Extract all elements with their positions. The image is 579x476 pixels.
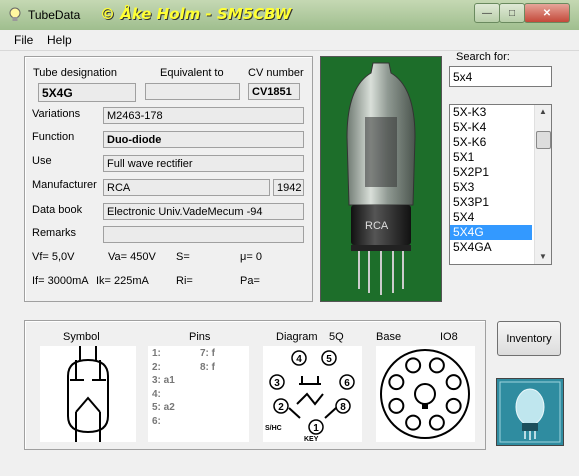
base-pin: [445, 397, 462, 414]
symbol-box: [40, 346, 136, 442]
function-label: Function: [32, 131, 75, 143]
ri-value: Ri=: [176, 275, 193, 287]
diagram-pin-number: 1: [313, 423, 319, 434]
pin-diagram-box: 1 2 3 4 5 6 8 S/HC KEY: [263, 346, 362, 443]
function-field[interactable]: Duo-diode: [103, 131, 304, 148]
diagram-pin-number: 4: [296, 354, 302, 365]
variations-field[interactable]: M2463-178: [103, 107, 304, 124]
pin-entry: 5: a2: [152, 402, 175, 413]
pa-value: Pa=: [240, 275, 260, 287]
base-pin: [388, 374, 405, 391]
mu-value: μ= 0: [240, 251, 262, 263]
symbol-label: Symbol: [63, 331, 100, 343]
pin-entry: 8: f: [200, 361, 215, 373]
equivalent-to-field[interactable]: [145, 83, 240, 100]
diagram-pin-number: 3: [274, 378, 280, 389]
menu-help[interactable]: Help: [47, 33, 72, 47]
results-scrollbar[interactable]: ▲ ▼: [534, 105, 551, 264]
scroll-down-icon[interactable]: ▼: [535, 250, 551, 264]
tube-logo-icon: [499, 381, 561, 443]
pin-entry: 1:: [152, 348, 161, 359]
menu-bar: File Help: [0, 30, 579, 51]
pins-box: 1: 2: 3: a1 4: 5: a2 6: 7: f 8: f: [148, 346, 249, 442]
inventory-button[interactable]: Inventory: [497, 321, 561, 356]
remarks-label: Remarks: [32, 227, 77, 239]
base-pin: [405, 357, 422, 374]
list-item[interactable]: 5X3: [450, 180, 532, 195]
search-label: Search for:: [456, 51, 510, 63]
tube-logo: [496, 378, 564, 446]
data-book-label: Data book: [32, 204, 83, 216]
octal-base-diagram: [380, 349, 470, 439]
s-value: S=: [176, 251, 190, 263]
duo-diode-symbol: [67, 346, 109, 442]
pin-entry: 6:: [152, 415, 161, 427]
scroll-thumb[interactable]: [536, 131, 551, 149]
ik-value: Ik= 225mA: [96, 275, 149, 287]
cv-number-field[interactable]: CV1851: [248, 83, 300, 100]
author-banner: © Åke Holm - SM5CBW: [100, 5, 292, 23]
menu-file[interactable]: File: [14, 33, 33, 47]
diagram-pin-number: 5: [326, 354, 332, 365]
list-item[interactable]: 5X4G: [450, 225, 532, 240]
pin-diagram: 1 2 3 4 5 6 8 S/HC KEY: [265, 350, 355, 443]
equivalent-to-label: Equivalent to: [160, 67, 224, 79]
list-item[interactable]: 5X4: [450, 210, 532, 225]
base-pin: [428, 414, 445, 431]
pin-entry: 4:: [152, 388, 161, 400]
manufacturer-field[interactable]: RCA: [103, 179, 270, 196]
manufacturer-label: Manufacturer: [32, 179, 97, 191]
diagram-sub-label: S/HC: [265, 425, 282, 432]
search-input[interactable]: 5x4: [449, 66, 552, 87]
year-field[interactable]: 1942: [273, 179, 304, 196]
minimize-button[interactable]: —: [474, 3, 500, 23]
diagram-pin-number: 8: [340, 402, 346, 413]
base-pin: [388, 397, 405, 414]
list-item[interactable]: 5X3P1: [450, 195, 532, 210]
title-bar: TubeData © Åke Holm - SM5CBW — □ ✕: [0, 0, 579, 31]
tube-designation-field[interactable]: 5X4G: [38, 83, 136, 102]
cv-number-label: CV number: [248, 67, 304, 79]
results-list[interactable]: 5X-K3 5X-K4 5X-K6 5X1 5X2P1 5X3 5X3P1 5X4 5X4G 5X…: [449, 104, 552, 265]
maximize-button[interactable]: □: [499, 3, 525, 23]
scroll-up-icon[interactable]: ▲: [535, 105, 551, 119]
list-item[interactable]: 5X2P1: [450, 165, 532, 180]
base-key-notch: [422, 403, 428, 409]
pins-label: Pins: [189, 331, 211, 343]
list-item[interactable]: 5X1: [450, 150, 532, 165]
base-box: [376, 346, 475, 442]
diagram-label: Diagram: [276, 331, 318, 343]
tube-designation-label: Tube designation: [33, 67, 117, 79]
pin-entry: 2:: [152, 361, 161, 373]
list-item[interactable]: 5X-K3: [450, 105, 532, 120]
diagram-key-label: KEY: [304, 436, 319, 442]
tube-photo: RCA: [320, 56, 442, 302]
lightbulb-icon: [9, 7, 21, 21]
window-title: TubeData: [28, 8, 81, 22]
if-value: If= 3000mA: [32, 275, 89, 287]
base-pin: [405, 414, 422, 431]
list-item[interactable]: 5X4GA: [450, 240, 532, 255]
diagram-pin-number: 2: [278, 402, 284, 413]
base-label: Base: [376, 331, 402, 343]
use-field[interactable]: Full wave rectifier: [103, 155, 304, 172]
list-item[interactable]: 5X-K4: [450, 120, 532, 135]
vf-value: Vf= 5,0V: [32, 251, 75, 263]
photo-brand-text: RCA: [365, 220, 389, 232]
tube-image: RCA: [346, 62, 416, 295]
close-button[interactable]: ✕: [524, 3, 570, 23]
va-value: Va= 450V: [108, 251, 156, 263]
pin-entry: 7: f: [200, 348, 215, 359]
diagram-pin-number: 6: [344, 378, 350, 389]
diagram-code: 5Q: [329, 331, 344, 343]
base-pin: [445, 374, 462, 391]
use-label: Use: [32, 155, 52, 167]
list-item[interactable]: 5X-K6: [450, 135, 532, 150]
data-book-field[interactable]: Electronic Univ.VadeMecum -94: [103, 203, 304, 220]
variations-label: Variations: [32, 108, 81, 120]
base-code: IO8: [440, 331, 458, 343]
remarks-field[interactable]: [103, 226, 304, 243]
base-pin: [428, 357, 445, 374]
pin-entry: 3: a1: [152, 375, 175, 386]
